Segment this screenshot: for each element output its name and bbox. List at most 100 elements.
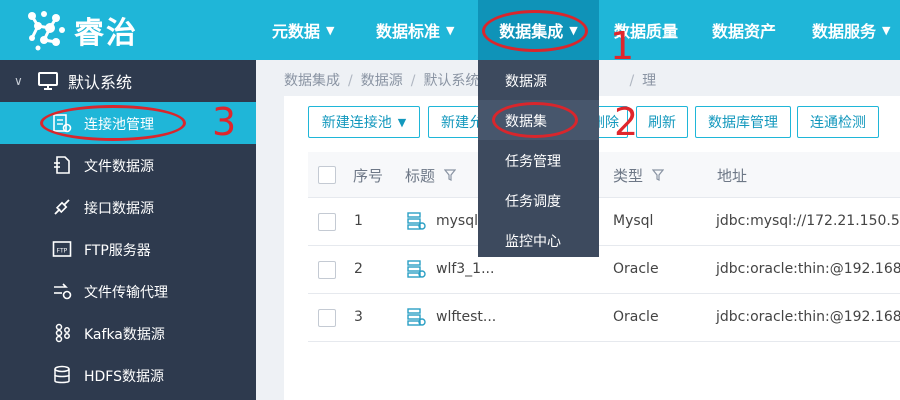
row-type: Oracle [613,261,659,277]
database-manage-button[interactable]: 数据库管理 [695,106,791,138]
sidebar-system-group[interactable]: ∨ 默认系统 [0,60,256,102]
sidebar-item-file-datasource[interactable]: 文件数据源 [0,144,256,186]
row-title[interactable]: wlftest... [436,309,496,325]
sidebar-item-label: FTP服务器 [84,243,151,259]
nav-label: 数据集成 [499,22,564,41]
sidebar-item-kafka-datasource[interactable]: Kafka数据源 [0,312,256,354]
new-connection-pool-button[interactable]: 新建连接池 ▼ [308,106,420,138]
chevron-down-icon: ▼ [326,23,335,37]
database-icon [407,260,426,278]
nav-label: 数据标准 [376,22,441,41]
sidebar-system-label: 默认系统 [68,73,133,92]
sidebar-item-label: 文件传输代理 [84,285,168,301]
column-header-type[interactable]: 类型 [613,165,665,186]
sidebar-item-hdfs-datasource[interactable]: HDFS数据源 [0,354,256,396]
row-address: jdbc:oracle:thin:@192.168. [716,261,900,277]
row-index: 3 [354,309,363,325]
table-row[interactable]: 3 wlftest... Oracle jdbc:oracle:thin:@19… [308,294,900,342]
logo-icon [28,11,65,51]
button-label: 新建连接池 [321,115,392,131]
menu-item-label: 监控中心 [505,234,561,250]
row-checkbox[interactable] [318,213,336,231]
column-header-label: 类型 [613,167,644,185]
data-integration-dropdown: 数据源 数据集 任务管理 任务调度 监控中心 [478,60,599,257]
sidebar-item-label: HDFS数据源 [84,369,165,385]
chevron-down-icon: ▼ [446,23,455,37]
button-label: 刷新 [648,115,676,131]
column-header-title[interactable]: 标题 [405,165,457,186]
sidebar-item-file-transfer-agent[interactable]: 文件传输代理 [0,270,256,312]
connection-pool-icon [53,114,72,133]
menu-item-task-schedule[interactable]: 任务调度 [478,180,599,220]
logo-text: 睿治 [74,16,138,51]
nav-metadata[interactable]: 元数据 ▼ [272,0,334,60]
menu-item-datasource[interactable]: 数据源 [478,60,599,100]
row-checkbox[interactable] [318,309,336,327]
button-label: 连通检测 [810,115,866,131]
interface-icon [54,199,70,215]
sidebar-item-connection-pool[interactable]: 连接池管理 [0,102,256,144]
chevron-down-icon: ∨ [14,74,23,88]
table-row[interactable]: 2 wlf3_1... Oracle jdbc:oracle:thin:@192… [308,246,900,294]
button-label: 数据库管理 [708,115,778,131]
breadcrumb-item[interactable]: 数据源 [361,73,403,89]
row-index: 2 [354,261,363,277]
breadcrumb-current: 理 [642,73,657,89]
nav-data-standard[interactable]: 数据标准 ▼ [376,0,454,60]
database-icon [407,212,426,230]
nav-data-assets[interactable]: 数据资产 [712,0,776,60]
sidebar-item-interface-datasource[interactable]: 接口数据源 [0,186,256,228]
hdfs-icon [54,365,70,384]
menu-item-task-manage[interactable]: 任务管理 [478,140,599,180]
svg-text:FTP: FTP [57,248,68,255]
ftp-icon: FTP [52,241,72,257]
sidebar-item-label: Kafka数据源 [84,327,165,343]
table-header: 序号 标题 描述 类型 地址 [308,152,900,198]
row-address: jdbc:mysql://172.21.150.56. [716,213,900,229]
row-title[interactable]: mysql [436,213,478,229]
row-type: Mysql [613,213,654,229]
connectivity-test-button[interactable]: 连通检测 [797,106,879,138]
logo: 睿治 [24,8,138,52]
breadcrumb-item[interactable]: 默认系统 [423,73,479,89]
filter-icon[interactable] [651,169,665,181]
sidebar: ∨ 默认系统 连接池管理 文件数据源 接口数据源 FTP FTP服务器 文件传输… [0,60,256,400]
kafka-icon [55,323,70,343]
filter-icon[interactable] [443,169,457,181]
sidebar-item-label: 连接池管理 [84,117,154,133]
transfer-icon [54,283,72,300]
row-address: jdbc:oracle:thin:@192.168. [716,309,900,325]
chevron-down-icon: ▼ [397,115,407,129]
select-all-checkbox[interactable] [318,166,336,184]
top-navigation-bar: 睿治 元数据 ▼ 数据标准 ▼ 数据集成 ▼ 数据质量 数据资产 数据服务 ▼ [0,0,900,60]
sidebar-item-label: 文件数据源 [84,159,154,175]
nav-label: 元数据 [272,22,321,41]
row-type: Oracle [613,309,659,325]
menu-item-label: 任务调度 [505,194,561,210]
column-header-address: 地址 [717,167,748,185]
nav-data-quality[interactable]: 数据质量 [614,0,678,60]
column-header-label: 标题 [405,167,436,185]
nav-label: 数据服务 [812,22,877,41]
sidebar-item-ftp-server[interactable]: FTP FTP服务器 [0,228,256,270]
row-checkbox[interactable] [318,261,336,279]
button-label: 新建允 [441,115,483,131]
nav-data-service[interactable]: 数据服务 ▼ [812,0,890,60]
monitor-icon [38,72,58,90]
chevron-down-icon: ▼ [569,23,578,37]
refresh-button[interactable]: 刷新 [636,106,688,138]
menu-item-label: 任务管理 [505,154,561,170]
row-index: 1 [354,213,363,229]
row-title[interactable]: wlf3_1... [436,261,494,277]
menu-item-label: 数据源 [505,74,547,90]
breadcrumb-item[interactable]: 数据集成 [284,73,340,89]
chevron-down-icon: ▼ [882,23,891,37]
menu-item-dataset[interactable]: 数据集 [478,100,599,140]
table-row[interactable]: 1 mysql Mysql jdbc:mysql://172.21.150.56… [308,198,900,246]
nav-label: 数据质量 [614,22,679,41]
sidebar-item-label: 接口数据源 [84,201,154,217]
menu-item-label: 数据集 [505,114,547,130]
nav-data-integration[interactable]: 数据集成 ▼ [478,0,599,60]
file-icon [54,156,70,174]
menu-item-monitor-center[interactable]: 监控中心 [478,220,599,260]
